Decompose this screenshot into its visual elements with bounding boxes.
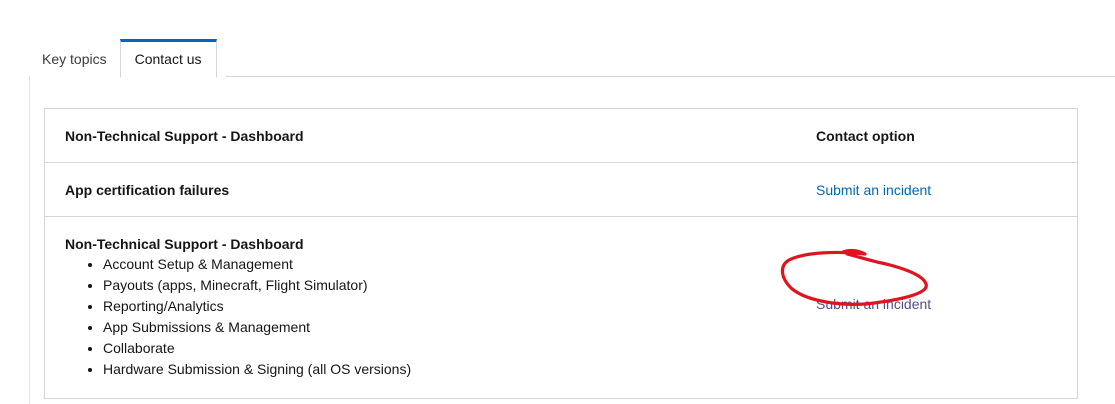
list-item: App Submissions & Management: [103, 317, 776, 338]
list-item: Account Setup & Management: [103, 254, 776, 275]
submit-incident-link[interactable]: Submit an incident: [816, 182, 931, 198]
topic-list: Account Setup & Management Payouts (apps…: [65, 254, 776, 380]
row-action-cell: Submit an incident: [796, 216, 1078, 399]
list-item: Payouts (apps, Minecraft, Flight Simulat…: [103, 275, 776, 296]
row-topic-cell: Non-Technical Support - Dashboard Accoun…: [44, 216, 796, 399]
row-label: App certification failures: [44, 162, 796, 217]
list-item: Reporting/Analytics: [103, 296, 776, 317]
header-topic: Non-Technical Support - Dashboard: [44, 108, 796, 163]
table-row: Non-Technical Support - Dashboard Accoun…: [44, 216, 1078, 399]
tab-key-topics[interactable]: Key topics: [29, 39, 120, 76]
list-item: Collaborate: [103, 338, 776, 359]
table-header-row: Non-Technical Support - Dashboard Contac…: [44, 108, 1078, 163]
panel-border: [29, 76, 30, 404]
tab-bar: Key topics Contact us: [29, 39, 217, 77]
tab-contact-us[interactable]: Contact us: [119, 39, 217, 77]
support-table: Non-Technical Support - Dashboard Contac…: [44, 108, 1078, 399]
tab-divider: [226, 76, 1115, 77]
list-item: Hardware Submission & Signing (all OS ve…: [103, 359, 776, 380]
header-contact-option: Contact option: [796, 108, 1078, 163]
row-label: Non-Technical Support - Dashboard: [65, 236, 304, 252]
row-action-cell: Submit an incident: [796, 162, 1078, 217]
submit-incident-link[interactable]: Submit an incident: [816, 296, 931, 312]
table-row: App certification failures Submit an inc…: [44, 162, 1078, 217]
